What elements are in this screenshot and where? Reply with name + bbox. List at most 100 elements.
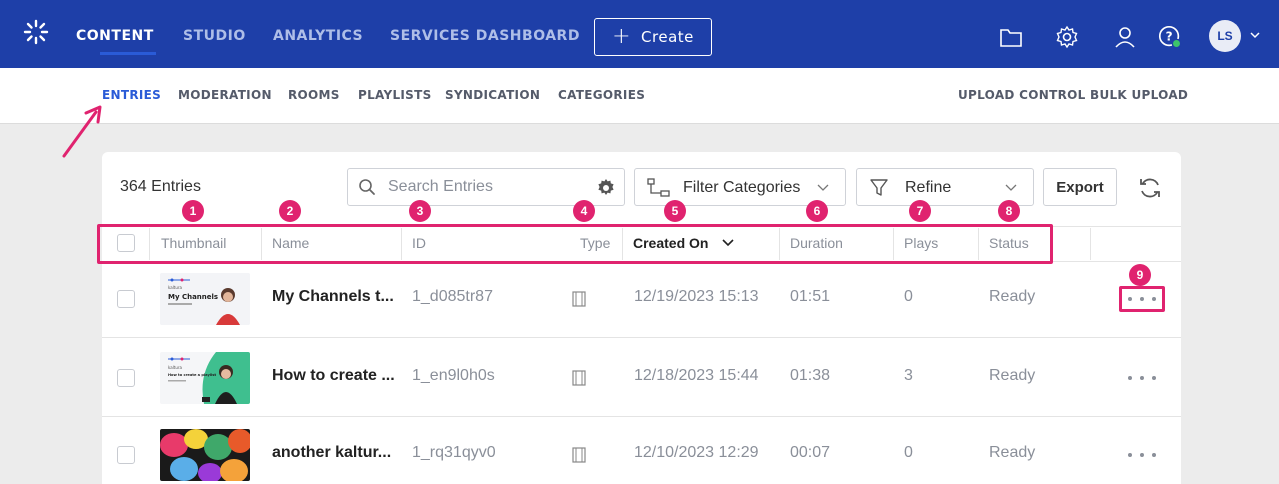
entry-name[interactable]: another kaltur... xyxy=(272,444,391,462)
video-type-icon xyxy=(572,447,586,463)
column-divider xyxy=(261,228,262,260)
subnav-moderation[interactable]: MODERATION xyxy=(178,88,272,102)
topnav-content[interactable]: CONTENT xyxy=(76,28,154,44)
annotation-badge-6: 6 xyxy=(806,200,828,222)
subnav-upload-control[interactable]: UPLOAD CONTROL xyxy=(958,88,1086,102)
column-divider xyxy=(893,228,894,260)
filter-funnel-icon xyxy=(870,179,888,196)
svg-text:kaltura: kaltura xyxy=(168,285,183,290)
column-header-plays[interactable]: Plays xyxy=(904,235,938,251)
entry-thumbnail[interactable]: kaltura How to create a playlist xyxy=(160,352,250,404)
topnav-services-dashboard[interactable]: SERVICES DASHBOARD xyxy=(390,28,580,44)
entry-plays: 3 xyxy=(904,367,913,384)
column-header-status: Status xyxy=(989,235,1029,251)
kaltura-logo-icon[interactable] xyxy=(22,18,50,46)
folder-icon[interactable] xyxy=(998,24,1024,50)
entry-duration: 01:38 xyxy=(790,367,831,384)
video-type-icon xyxy=(572,291,586,307)
column-divider xyxy=(1090,228,1091,260)
plus-icon: + xyxy=(612,24,632,49)
gear-icon[interactable] xyxy=(1054,24,1080,50)
entry-created-on: 12/18/2023 15:44 xyxy=(634,367,759,384)
create-button-label: Create xyxy=(641,28,694,46)
entry-status: Ready xyxy=(989,288,1036,305)
topnav-analytics[interactable]: ANALYTICS xyxy=(273,28,363,44)
more-actions-icon[interactable] xyxy=(1128,292,1156,306)
entry-thumbnail[interactable]: kaltura My Channels xyxy=(160,273,250,325)
subnav-categories[interactable]: CATEGORIES xyxy=(558,88,645,102)
avatar[interactable]: LS xyxy=(1209,20,1241,52)
more-actions-icon[interactable] xyxy=(1128,448,1156,462)
user-icon[interactable] xyxy=(1112,24,1138,50)
entry-created-on: 12/19/2023 15:13 xyxy=(634,288,759,305)
entry-id: 1_en9l0h0s xyxy=(412,367,495,384)
entry-duration: 00:07 xyxy=(790,444,831,461)
help-icon[interactable]: ? xyxy=(1157,24,1183,50)
entry-status: Ready xyxy=(989,367,1036,384)
annotation-badge-7: 7 xyxy=(909,200,931,222)
column-header-name[interactable]: Name xyxy=(272,235,309,251)
column-header-duration[interactable]: Duration xyxy=(790,235,843,251)
column-header-thumbnail: Thumbnail xyxy=(161,235,227,251)
subnav-playlists[interactable]: PLAYLISTS xyxy=(358,88,432,102)
entries-count: 364 Entries xyxy=(120,178,201,195)
chevron-down-icon[interactable] xyxy=(1248,28,1262,42)
chevron-down-icon xyxy=(817,184,829,191)
entry-created-on: 12/10/2023 12:29 xyxy=(634,444,759,461)
row-divider xyxy=(102,416,1181,417)
entry-plays: 0 xyxy=(904,288,913,305)
thumbnail-colorful-balloons-image xyxy=(160,429,250,481)
column-header-created-on[interactable]: Created On xyxy=(633,235,708,251)
column-header-type: Type xyxy=(580,235,611,251)
svg-text:?: ? xyxy=(1166,30,1173,44)
annotation-badge-4: 4 xyxy=(573,200,595,222)
column-divider xyxy=(401,228,402,260)
filter-categories-label: Filter Categories xyxy=(683,179,801,196)
export-button[interactable]: Export xyxy=(1043,168,1117,206)
entry-thumbnail[interactable] xyxy=(160,429,250,481)
annotation-badge-2: 2 xyxy=(279,200,301,222)
annotation-badge-3: 3 xyxy=(409,200,431,222)
search-icon xyxy=(359,179,375,195)
svg-text:kaltura: kaltura xyxy=(168,365,183,370)
top-navigation-bar: CONTENT STUDIO ANALYTICS SERVICES DASHBO… xyxy=(0,0,1279,68)
select-all-checkbox[interactable] xyxy=(117,234,135,252)
subnav-syndication[interactable]: SYNDICATION xyxy=(445,88,540,102)
column-divider xyxy=(149,228,150,260)
subnav-entries[interactable]: ENTRIES xyxy=(102,88,161,102)
sub-navigation-bar: ENTRIES MODERATION ROOMS PLAYLISTS SYNDI… xyxy=(0,68,1279,124)
row-divider xyxy=(102,337,1181,338)
create-button[interactable]: + Create xyxy=(594,18,712,56)
entry-name[interactable]: How to create ... xyxy=(272,367,395,385)
row-checkbox[interactable] xyxy=(117,446,135,464)
entry-duration: 01:51 xyxy=(790,288,831,305)
annotation-badge-1: 1 xyxy=(182,200,204,222)
search-input[interactable] xyxy=(388,175,588,199)
thumbnail-playlist-tutorial-image: kaltura How to create a playlist xyxy=(160,352,250,404)
video-type-icon xyxy=(572,370,586,386)
thumbnail-my-channels-image: kaltura My Channels xyxy=(160,273,250,325)
subnav-rooms[interactable]: ROOMS xyxy=(288,88,340,102)
topnav-studio[interactable]: STUDIO xyxy=(183,28,246,44)
entry-plays: 0 xyxy=(904,444,913,461)
refresh-icon[interactable] xyxy=(1137,175,1163,201)
sort-descending-chevron-icon[interactable] xyxy=(722,238,734,248)
more-actions-icon[interactable] xyxy=(1128,371,1156,385)
thumbnail-title: How to create a playlist xyxy=(168,373,216,377)
annotation-badge-8: 8 xyxy=(998,200,1020,222)
row-checkbox[interactable] xyxy=(117,290,135,308)
annotation-badge-9: 9 xyxy=(1129,264,1151,286)
entry-name[interactable]: My Channels t... xyxy=(272,288,394,306)
column-divider xyxy=(622,228,623,260)
chevron-down-icon xyxy=(1005,184,1017,191)
column-divider xyxy=(978,228,979,260)
entry-status: Ready xyxy=(989,444,1036,461)
category-tree-icon xyxy=(647,178,670,197)
entry-id: 1_rq31qyv0 xyxy=(412,444,496,461)
entry-id: 1_d085tr87 xyxy=(412,288,493,305)
subnav-bulk-upload[interactable]: BULK UPLOAD xyxy=(1090,88,1188,102)
search-settings-gear-icon[interactable] xyxy=(596,178,616,198)
row-checkbox[interactable] xyxy=(117,369,135,387)
annotation-arrow-icon xyxy=(62,105,102,158)
column-header-id[interactable]: ID xyxy=(412,235,426,251)
